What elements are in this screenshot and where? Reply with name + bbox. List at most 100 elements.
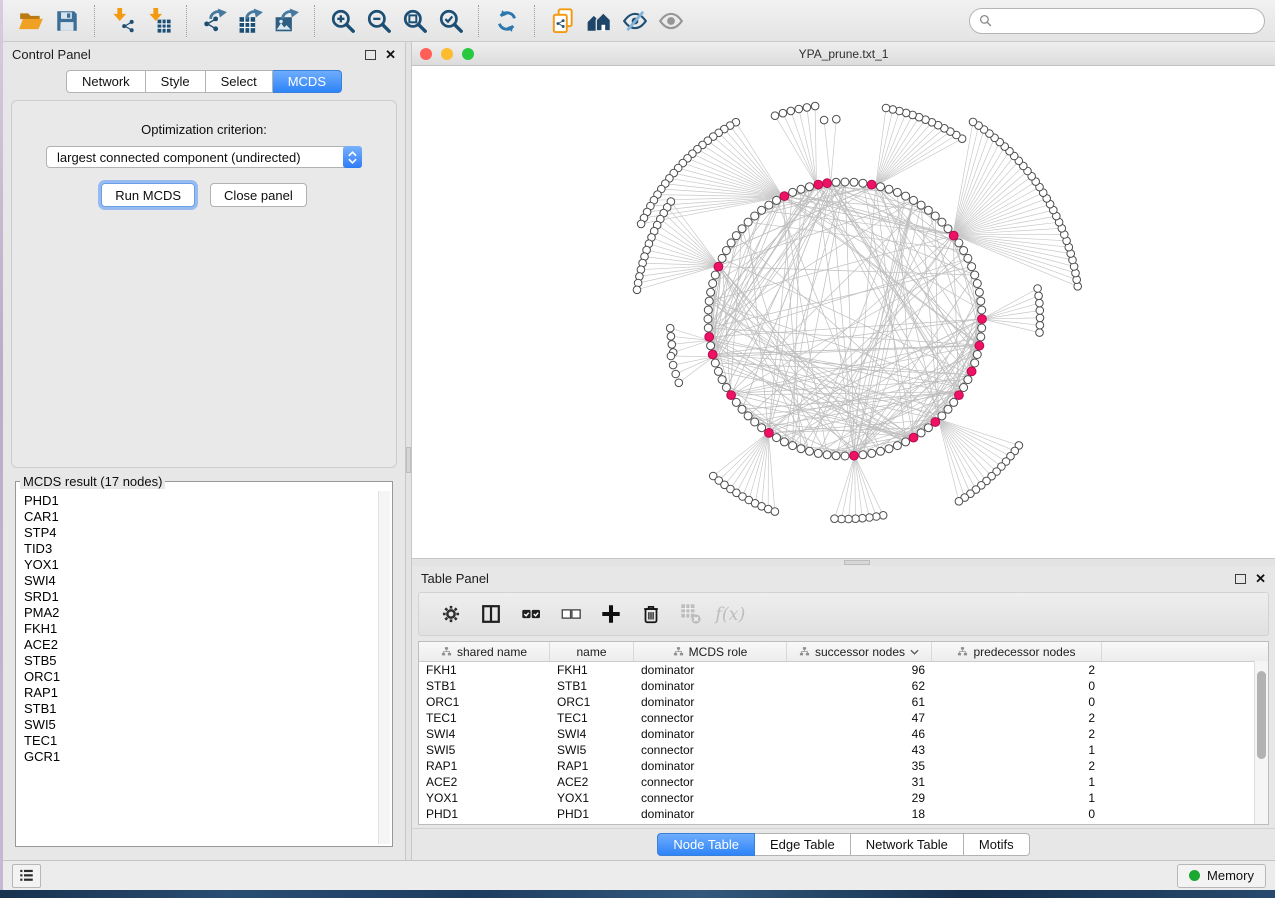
optimization-criterion-select[interactable]: largest connected component (undirected)	[46, 146, 362, 168]
tab-style[interactable]: Style	[146, 70, 206, 93]
mcds-result-item[interactable]: SWI4	[18, 573, 378, 589]
mcds-result-item[interactable]: TEC1	[18, 733, 378, 749]
mcds-result-item[interactable]: STB5	[18, 653, 378, 669]
tab-network[interactable]: Network	[66, 70, 146, 93]
column-header-MCDS-role[interactable]: MCDS role	[634, 642, 787, 661]
column-header-shared-name[interactable]: shared name	[419, 642, 550, 661]
column-header-predecessor-nodes[interactable]: predecessor nodes	[932, 642, 1102, 661]
mcds-result-item[interactable]: ACE2	[18, 637, 378, 653]
mcds-result-item[interactable]: CAR1	[18, 509, 378, 525]
memory-button[interactable]: Memory	[1177, 864, 1266, 888]
vertical-splitter[interactable]	[405, 42, 412, 860]
column-header-name[interactable]: name	[550, 642, 634, 661]
network-graph[interactable]	[412, 66, 1275, 558]
table-row[interactable]: RAP1RAP1dominator352	[419, 758, 1268, 774]
table-tab-node-table[interactable]: Node Table	[657, 833, 755, 856]
table-scrollbar[interactable]	[1254, 661, 1268, 824]
tab-mcds[interactable]: MCDS	[273, 70, 342, 93]
window-close-traffic-light[interactable]	[420, 48, 432, 60]
tab-select[interactable]: Select	[206, 70, 273, 93]
optimization-criterion-value: largest connected component (undirected)	[47, 150, 343, 165]
float-table-panel-icon[interactable]	[1235, 574, 1246, 584]
table-cell: TEC1	[419, 710, 550, 726]
search-input[interactable]	[998, 12, 1255, 29]
task-history-button[interactable]	[12, 864, 41, 888]
zoom-in-button[interactable]	[325, 5, 361, 37]
toolbar-separator	[94, 5, 96, 37]
table-tab-edge-table[interactable]: Edge Table	[755, 833, 851, 856]
table-tab-motifs[interactable]: Motifs	[964, 833, 1030, 856]
table-row[interactable]: STB1STB1dominator620	[419, 678, 1268, 694]
mcds-result-item[interactable]: PHD1	[18, 493, 378, 509]
table-row[interactable]: ORC1ORC1dominator610	[419, 694, 1268, 710]
zoom-selected-button[interactable]	[433, 5, 469, 37]
toggle-panel-mode-button[interactable]	[475, 599, 506, 630]
table-row[interactable]: FKH1FKH1dominator962	[419, 662, 1268, 678]
zoom-out-button[interactable]	[361, 5, 397, 37]
mcds-result-item[interactable]: RAP1	[18, 685, 378, 701]
save-session-button[interactable]	[49, 5, 85, 37]
mcds-result-item[interactable]: STB1	[18, 701, 378, 717]
table-row[interactable]: YOX1YOX1connector291	[419, 790, 1268, 806]
add-column-button[interactable]	[595, 599, 626, 630]
table-scrollbar-thumb[interactable]	[1257, 671, 1266, 759]
select-all-button[interactable]	[515, 599, 546, 630]
table-row[interactable]: SWI5SWI5connector431	[419, 742, 1268, 758]
network-canvas[interactable]	[412, 66, 1275, 558]
mcds-tab-content: Optimization criterion: largest connecte…	[11, 100, 397, 468]
mcds-result-item[interactable]: GCR1	[18, 749, 378, 765]
deselect-all-button[interactable]	[555, 599, 586, 630]
node-table: shared namenameMCDS rolesuccessor nodesp…	[418, 641, 1269, 825]
mcds-result-item[interactable]: SRD1	[18, 589, 378, 605]
table-cell: 2	[932, 758, 1102, 774]
open-session-button[interactable]	[13, 5, 49, 37]
zoom-fit-button[interactable]	[397, 5, 433, 37]
column-header-successor-nodes[interactable]: successor nodes	[787, 642, 932, 661]
table-panel-title: Table Panel	[421, 571, 489, 586]
import-network-button[interactable]	[105, 5, 141, 37]
table-tab-network-table[interactable]: Network Table	[851, 833, 964, 856]
run-mcds-button[interactable]: Run MCDS	[101, 183, 195, 207]
float-panel-icon[interactable]	[365, 50, 376, 60]
mcds-result-item[interactable]: YOX1	[18, 557, 378, 573]
horizontal-splitter-handle[interactable]	[844, 560, 870, 565]
export-image-button[interactable]	[269, 5, 305, 37]
close-panel-icon[interactable]: ✕	[385, 50, 396, 60]
table-row[interactable]: TEC1TEC1connector472	[419, 710, 1268, 726]
table-cell: 2	[932, 710, 1102, 726]
delete-columns-button[interactable]	[635, 599, 666, 630]
close-panel-button[interactable]: Close panel	[210, 183, 307, 207]
export-table-button[interactable]	[233, 5, 269, 37]
mcds-result-scrollbar[interactable]	[378, 491, 390, 844]
mcds-result-item[interactable]: ORC1	[18, 669, 378, 685]
hide-selected-button[interactable]	[617, 5, 653, 37]
network-window-titlebar: YPA_prune.txt_1	[412, 42, 1275, 66]
mcds-result-item[interactable]: FKH1	[18, 621, 378, 637]
table-row[interactable]: ACE2ACE2connector311	[419, 774, 1268, 790]
search-box[interactable]	[969, 8, 1265, 34]
table-cell: 0	[932, 678, 1102, 694]
window-minimize-traffic-light[interactable]	[441, 48, 453, 60]
mcds-result-item[interactable]: PMA2	[18, 605, 378, 621]
network-view-window: YPA_prune.txt_1	[412, 42, 1275, 558]
table-row[interactable]: PHD1PHD1dominator180	[419, 806, 1268, 822]
table-cell: FKH1	[419, 662, 550, 678]
apply-layout-button[interactable]	[489, 5, 525, 37]
close-table-panel-icon[interactable]: ✕	[1255, 574, 1266, 584]
show-all-button[interactable]	[653, 5, 689, 37]
mcds-result-item[interactable]: TID3	[18, 541, 378, 557]
window-zoom-traffic-light[interactable]	[462, 48, 474, 60]
export-network-button[interactable]	[197, 5, 233, 37]
plus-icon	[600, 603, 622, 625]
table-cell: PHD1	[419, 806, 550, 822]
import-table-button[interactable]	[141, 5, 177, 37]
mcds-result-item[interactable]: STP4	[18, 525, 378, 541]
table-row[interactable]: SWI4SWI4dominator462	[419, 726, 1268, 742]
sort-desc-icon	[910, 649, 919, 655]
vertical-splitter-handle[interactable]	[406, 447, 411, 473]
horizontal-splitter[interactable]	[412, 558, 1275, 566]
mcds-result-item[interactable]: SWI5	[18, 717, 378, 733]
column-settings-button[interactable]	[435, 599, 466, 630]
new-network-from-selection-button[interactable]	[545, 5, 581, 37]
first-neighbors-button[interactable]	[581, 5, 617, 37]
